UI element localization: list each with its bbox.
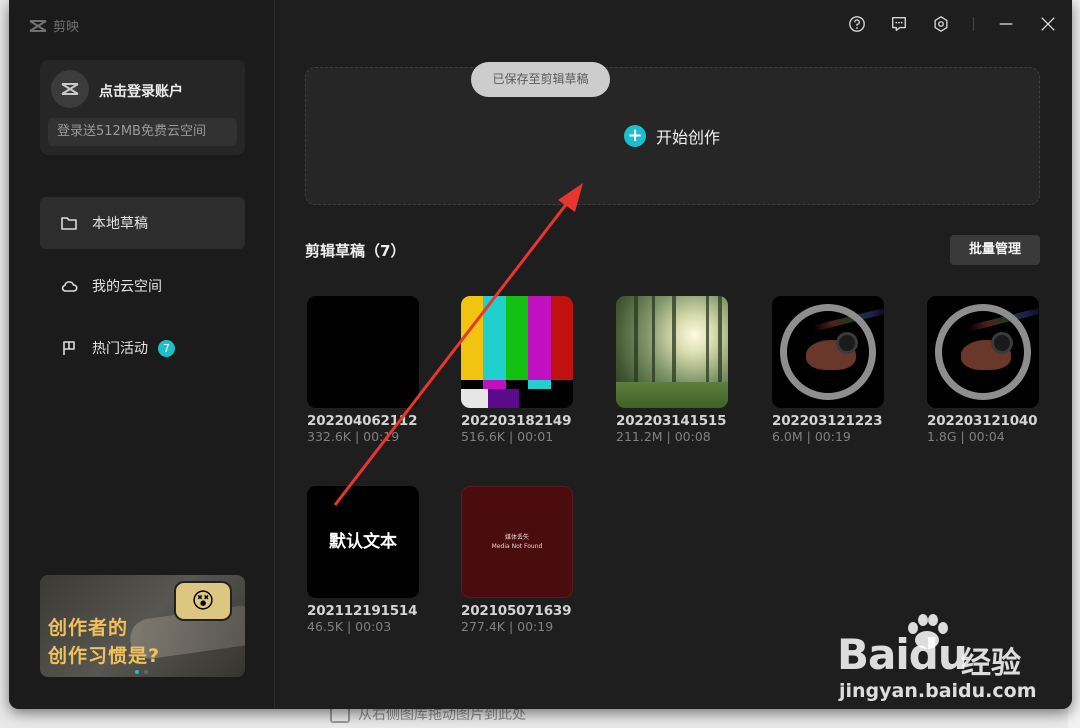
- draft-thumbnail[interactable]: [772, 296, 884, 408]
- app-logo: 剪映: [29, 16, 79, 35]
- start-create-area[interactable]: 已保存至剪辑草稿 + 开始创作: [305, 62, 1040, 205]
- color-bars-image: [461, 296, 573, 380]
- draft-name: 202105071639: [461, 603, 572, 619]
- draft-name: 202203141515: [616, 413, 727, 429]
- start-create-button[interactable]: + 开始创作: [624, 124, 720, 148]
- account-card[interactable]: 点击登录账户 登录送512MB免费云空间: [40, 60, 245, 155]
- draft-card[interactable]: 媒体丢失 Media Not Found 202105071639 277.4K…: [461, 486, 573, 634]
- draft-thumbnail[interactable]: 媒体丢失 Media Not Found: [461, 486, 573, 598]
- draft-card[interactable]: 202203121223 6.0M | 00:19: [772, 296, 884, 444]
- draft-card[interactable]: 默认文本 202112191514 46.5K | 00:03: [307, 486, 419, 634]
- sidebar: 剪映 点击登录账户 登录送512MB免费云空间 本地草稿 我的云空间 热门活动 …: [9, 0, 275, 709]
- draft-thumbnail[interactable]: [927, 296, 1039, 408]
- color-bars-image: [461, 388, 573, 408]
- window-controls: [847, 14, 1058, 34]
- draft-card[interactable]: 202203182149 516.6K | 00:01: [461, 296, 573, 444]
- plus-icon: +: [624, 125, 646, 147]
- draft-thumbnail[interactable]: 默认文本: [307, 486, 419, 598]
- draft-meta: 277.4K | 00:19: [461, 619, 554, 634]
- draft-card[interactable]: 202203121040 1.8G | 00:04: [927, 296, 1039, 444]
- banner-pagination[interactable]: [135, 670, 148, 674]
- feedback-icon[interactable]: [889, 14, 909, 34]
- draft-name: 202203182149: [461, 413, 572, 429]
- draft-name: 202204062112: [307, 413, 418, 429]
- promo-banner[interactable]: 😵 创作者的 创作习惯是?: [40, 575, 245, 677]
- banner-line-1: 创作者的: [48, 617, 129, 639]
- capcut-logo-icon: [61, 83, 79, 95]
- draft-card[interactable]: 202204062112 332.6K | 00:19: [307, 296, 419, 444]
- flag-icon: [63, 341, 75, 355]
- watermark-brand: Baidu: [837, 630, 968, 679]
- draft-meta: 46.5K | 00:03: [307, 619, 392, 634]
- color-bars-image: [461, 380, 573, 389]
- draft-card[interactable]: 202203141515 211.2M | 00:08: [616, 296, 728, 444]
- folder-icon: [61, 217, 77, 230]
- minimize-icon[interactable]: [996, 14, 1016, 34]
- banner-line-2: 创作习惯是?: [48, 645, 161, 667]
- banner-dot[interactable]: [135, 670, 139, 674]
- nav-item-local-drafts[interactable]: 本地草稿: [40, 197, 245, 249]
- app-name: 剪映: [53, 20, 80, 35]
- saved-toast: 已保存至剪辑草稿: [471, 62, 610, 97]
- draft-name: 202203121223: [772, 413, 883, 429]
- banner-dot[interactable]: [144, 670, 148, 674]
- draft-name: 202203121040: [927, 413, 1038, 429]
- watermark-url: jingyan.baidu.com: [839, 680, 1037, 702]
- login-account-link[interactable]: 点击登录账户: [99, 81, 183, 101]
- settings-icon[interactable]: [931, 14, 951, 34]
- close-icon[interactable]: [1038, 14, 1058, 34]
- avatar[interactable]: [51, 70, 89, 108]
- draft-name: 202112191514: [307, 603, 418, 619]
- jianying-window: 剪映 点击登录账户 登录送512MB免费云空间 本地草稿 我的云空间 热门活动 …: [9, 0, 1072, 709]
- cloud-icon: [61, 281, 78, 292]
- help-icon[interactable]: [847, 14, 867, 34]
- draft-meta: 516.6K | 00:01: [461, 429, 554, 444]
- draft-thumbnail[interactable]: [307, 296, 419, 408]
- cloud-promo-text[interactable]: 登录送512MB免费云空间: [48, 118, 237, 146]
- notification-badge: 7: [158, 339, 175, 357]
- draft-thumbnail[interactable]: [461, 296, 573, 408]
- draft-meta: 332.6K | 00:19: [307, 429, 400, 444]
- draft-meta: 211.2M | 00:08: [616, 429, 711, 444]
- draft-meta: 6.0M | 00:19: [772, 429, 851, 444]
- thumbnail-text: 默认文本: [329, 532, 397, 552]
- nav-item-label: 本地草稿: [92, 216, 148, 232]
- draft-meta: 1.8G | 00:04: [927, 429, 1005, 444]
- batch-manage-button[interactable]: 批量管理: [950, 235, 1040, 265]
- drafts-section-title: 剪辑草稿（7）: [305, 242, 406, 260]
- watermark-cn: 经验: [961, 646, 1021, 681]
- baidu-jingyan-watermark: Baidu 经验 jingyan.baidu.com: [837, 610, 1037, 705]
- emoji-bubble-icon: 😵: [174, 581, 232, 621]
- media-not-found-text: 媒体丢失 Media Not Found: [491, 534, 543, 550]
- capcut-logo-icon: [29, 19, 47, 32]
- start-create-label: 开始创作: [656, 128, 721, 147]
- nav-item-label: 我的云空间: [92, 279, 162, 295]
- nav-item-label: 热门活动: [92, 341, 148, 357]
- toolbar-divider: [973, 17, 974, 31]
- draft-thumbnail[interactable]: [616, 296, 728, 408]
- nav-item-cloud-space[interactable]: 我的云空间: [40, 260, 245, 312]
- nav-item-hot-events[interactable]: 热门活动 7: [40, 322, 245, 374]
